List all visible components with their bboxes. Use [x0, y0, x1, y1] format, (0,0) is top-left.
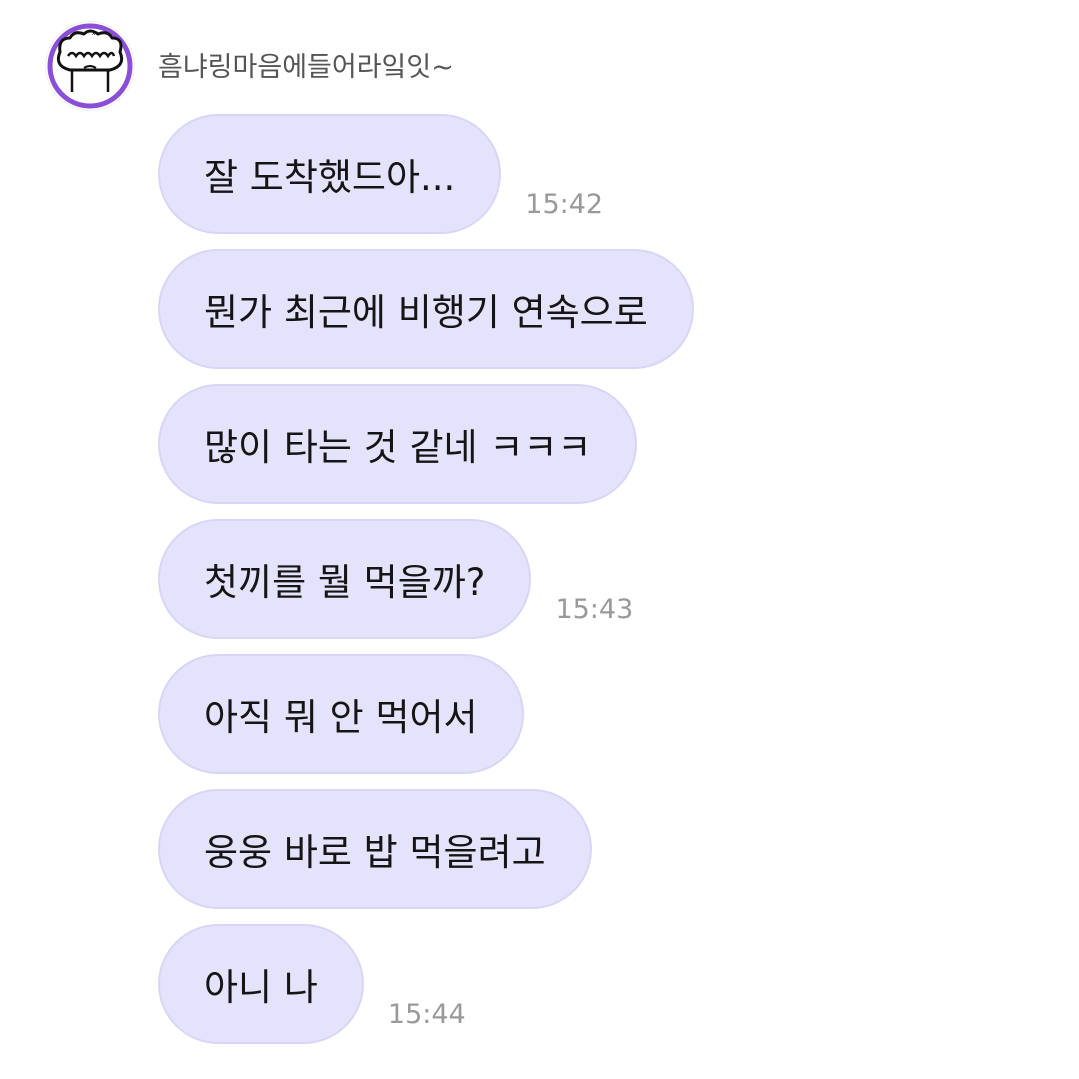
message-bubble[interactable]: 뭔가 최근에 비행기 연속으로 [158, 249, 694, 369]
sender-name: 흠냐링마음에들어라잌잇~ [158, 52, 454, 83]
cartoon-face-avatar-icon: x ᐟ x [47, 23, 133, 109]
svg-text:x ᐟ x: x ᐟ x [82, 30, 96, 37]
message-bubble[interactable]: 잘 도착했드아... [158, 114, 502, 234]
message-row: 잘 도착했드아... 15:42 [158, 114, 603, 234]
message-bubble[interactable]: 첫끼를 뭘 먹을까? [158, 519, 532, 639]
message-timestamp: 15:42 [525, 189, 604, 220]
message-row: 뭔가 최근에 비행기 연속으로 [158, 249, 694, 369]
message-timestamp: 15:44 [387, 999, 466, 1030]
message-timestamp: 15:43 [555, 594, 634, 625]
message-row: 아니 나 15:44 [158, 924, 466, 1044]
message-bubble[interactable]: 많이 타는 것 같네 ㅋㅋㅋ [158, 384, 638, 504]
message-bubble[interactable]: 아직 뭐 안 먹어서 [158, 654, 524, 774]
avatar[interactable]: x ᐟ x [46, 22, 134, 110]
message-row: 첫끼를 뭘 먹을까? 15:43 [158, 519, 633, 639]
message-bubble[interactable]: 웅웅 바로 밥 먹을려고 [158, 789, 592, 909]
message-row: 웅웅 바로 밥 먹을려고 [158, 789, 592, 909]
message-row: 많이 타는 것 같네 ㅋㅋㅋ [158, 384, 638, 504]
message-bubble[interactable]: 아니 나 [158, 924, 364, 1044]
message-row: 아직 뭐 안 먹어서 [158, 654, 524, 774]
